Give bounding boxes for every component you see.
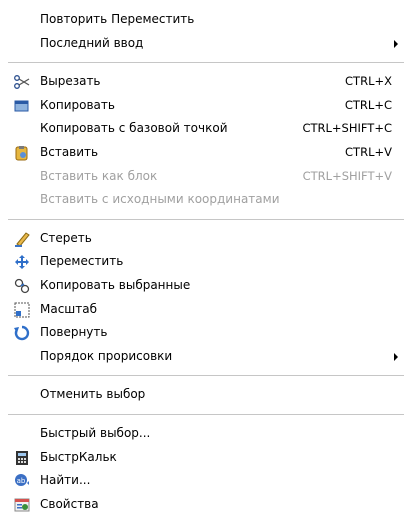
menu-item-copy-with-base-point[interactable]: Копировать с базовой точкой CTRL+SHIFT+C bbox=[0, 117, 404, 141]
menu-item-shortcut: CTRL+V bbox=[345, 144, 392, 159]
menu-item-label: Копировать bbox=[40, 97, 115, 112]
menu-item-label: Отменить выбор bbox=[40, 387, 146, 402]
menu-item-copy-selected[interactable]: Копировать выбранные bbox=[0, 274, 404, 298]
menu-item-copy[interactable]: Копировать CTRL+C bbox=[0, 94, 404, 118]
svg-text:ab: ab bbox=[17, 477, 26, 485]
menu-separator bbox=[8, 62, 404, 64]
menu-item-label: Найти... bbox=[40, 473, 91, 488]
menu-item-label: Стереть bbox=[40, 230, 92, 245]
submenu-arrow-icon bbox=[394, 39, 398, 48]
menu-item-find[interactable]: ab Найти... bbox=[0, 469, 404, 493]
menu-separator bbox=[8, 413, 404, 415]
scale-icon bbox=[14, 302, 30, 318]
menu-item-label: Свойства bbox=[40, 496, 99, 511]
menu-item-move[interactable]: Переместить bbox=[0, 250, 404, 274]
menu-item-label: Копировать выбранные bbox=[40, 277, 191, 292]
menu-item-label: Порядок прорисовки bbox=[40, 348, 173, 363]
rotate-icon bbox=[14, 325, 30, 341]
menu-item-label: Последний ввод bbox=[40, 35, 144, 50]
menu-item-label: Повторить Переместить bbox=[40, 12, 195, 26]
menu-item-quickcalc[interactable]: БыстрКальк bbox=[0, 446, 404, 470]
menu-item-deselect[interactable]: Отменить выбор bbox=[0, 383, 404, 407]
menu-item-label: Быстрый выбор... bbox=[40, 425, 151, 440]
menu-item-label: БыстрКальк bbox=[40, 449, 117, 464]
properties-icon bbox=[14, 497, 30, 513]
menu-item-label: Переместить bbox=[40, 254, 124, 269]
menu-item-label: Вставить bbox=[40, 144, 99, 159]
menu-item-cut[interactable]: Вырезать CTRL+X bbox=[0, 70, 404, 94]
copy-icon bbox=[14, 98, 30, 114]
menu-item-label: Вставить как блок bbox=[40, 168, 158, 183]
menu-item-rotate[interactable]: Повернуть bbox=[0, 321, 404, 345]
menu-item-draw-order[interactable]: Порядок прорисовки bbox=[0, 345, 404, 369]
menu-separator bbox=[8, 375, 404, 377]
menu-item-paste-original-coords: Вставить с исходными координатами bbox=[0, 188, 404, 212]
menu-item-erase[interactable]: Стереть bbox=[0, 227, 404, 251]
menu-item-recent-input[interactable]: Последний ввод bbox=[0, 32, 404, 56]
menu-item-properties[interactable]: Свойства bbox=[0, 493, 404, 517]
scissors-icon bbox=[14, 74, 30, 90]
menu-item-shortcut: CTRL+SHIFT+V bbox=[302, 168, 392, 183]
menu-item-repeat-move[interactable]: Повторить Переместить bbox=[0, 8, 404, 32]
menu-item-label: Вырезать bbox=[40, 74, 101, 89]
menu-item-shortcut: CTRL+SHIFT+C bbox=[302, 121, 392, 136]
calculator-icon bbox=[14, 450, 30, 466]
menu-separator bbox=[8, 218, 404, 220]
menu-item-quick-select[interactable]: Быстрый выбор... bbox=[0, 422, 404, 446]
menu-item-label: Повернуть bbox=[40, 325, 108, 340]
move-icon bbox=[14, 254, 30, 270]
menu-item-label: Масштаб bbox=[40, 301, 98, 316]
menu-item-label: Копировать с базовой точкой bbox=[40, 121, 228, 136]
submenu-arrow-icon bbox=[394, 352, 398, 361]
menu-item-paste[interactable]: Вставить CTRL+V bbox=[0, 141, 404, 165]
find-icon: ab bbox=[14, 473, 30, 489]
menu-item-shortcut: CTRL+C bbox=[344, 97, 392, 112]
eraser-icon bbox=[14, 231, 30, 247]
menu-item-scale[interactable]: Масштаб bbox=[0, 298, 404, 322]
context-menu: Повторить Переместить Последний ввод Выр… bbox=[0, 0, 404, 512]
copy-selection-icon bbox=[14, 278, 30, 294]
menu-item-shortcut: CTRL+X bbox=[345, 74, 392, 89]
paste-icon bbox=[14, 145, 30, 161]
menu-item-label: Вставить с исходными координатами bbox=[40, 192, 280, 207]
menu-item-paste-as-block: Вставить как блок CTRL+SHIFT+V bbox=[0, 165, 404, 189]
